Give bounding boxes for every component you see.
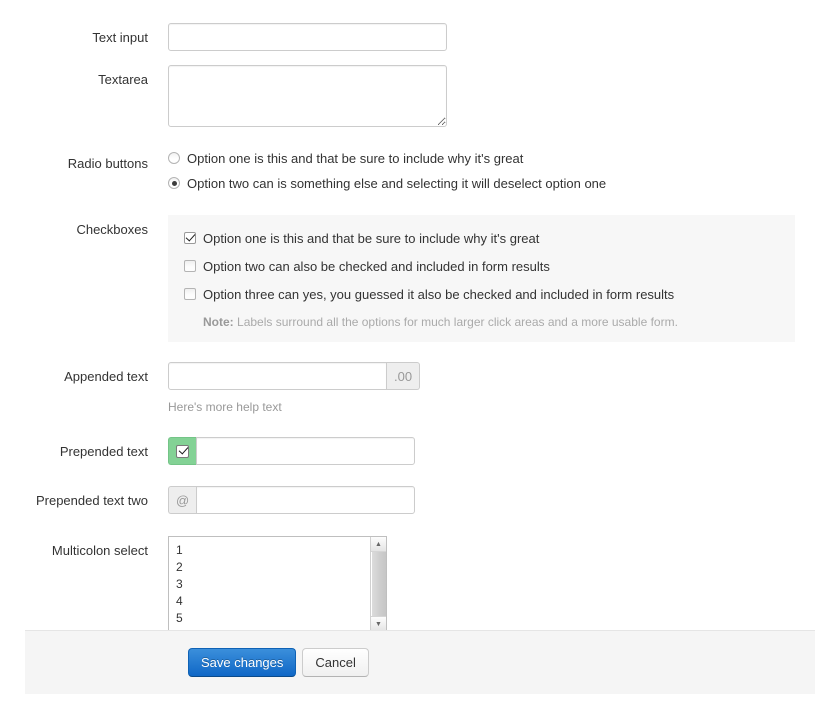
appended-text-field[interactable] <box>168 362 387 390</box>
form-row-radio-buttons: Radio buttons Option one is this and tha… <box>0 149 840 193</box>
appended-addon: .00 <box>387 362 421 390</box>
prepended-text-two-control: @ <box>168 486 840 514</box>
form-row-prepended-text: Prepended text <box>0 437 840 465</box>
form-row-checkboxes: Checkboxes Option one is this and that b… <box>0 215 840 342</box>
textarea-control <box>168 65 840 127</box>
multicolon-select-control: 1 2 3 4 5 ▲ ▼ <box>168 536 840 632</box>
form-actions-footer: Save changes Cancel <box>25 630 815 694</box>
checkbox-group-control: Option one is this and that be sure to i… <box>168 215 840 342</box>
checkbox-checked-icon[interactable] <box>184 232 196 244</box>
text-input-label: Text input <box>92 30 148 45</box>
multicolon-select-scrollbar[interactable]: ▲ ▼ <box>370 537 386 631</box>
checkbox-note-label: Note: <box>203 315 234 329</box>
radio-checked-icon[interactable] <box>168 177 180 189</box>
form-row-appended-text: Appended text .00 Here's more help text <box>0 362 840 415</box>
prepended-text-two-field[interactable] <box>196 486 416 514</box>
textarea-field[interactable] <box>168 65 447 127</box>
list-item[interactable]: 3 <box>176 576 370 593</box>
multicolon-select-options: 1 2 3 4 5 <box>169 537 370 631</box>
checkbox-option-three-label: Option three can yes, you guessed it als… <box>203 287 675 302</box>
scrollbar-thumb[interactable] <box>371 552 386 616</box>
checkbox-checked-icon[interactable] <box>176 444 189 458</box>
text-input-control <box>168 23 840 51</box>
settings-form: Text input Textarea Radio buttons Option… <box>0 0 840 632</box>
checkbox-option-two-label: Option two can also be checked and inclu… <box>203 259 550 274</box>
checkbox-unchecked-icon[interactable] <box>184 260 196 272</box>
checkbox-option-two[interactable]: Option two can also be checked and inclu… <box>184 257 781 276</box>
list-item[interactable]: 2 <box>176 559 370 576</box>
radio-option-one[interactable]: Option one is this and that be sure to i… <box>168 149 840 168</box>
checkbox-option-one[interactable]: Option one is this and that be sure to i… <box>184 229 781 248</box>
form-row-textarea: Textarea <box>0 65 840 127</box>
list-item[interactable]: 5 <box>176 610 370 627</box>
form-row-multicolon-select: Multicolon select 1 2 3 4 5 ▲ ▼ <box>0 536 840 632</box>
checkbox-unchecked-icon[interactable] <box>184 288 196 300</box>
list-item[interactable]: 4 <box>176 593 370 610</box>
scroll-down-icon[interactable]: ▼ <box>371 616 386 631</box>
appended-text-control: .00 Here's more help text <box>168 362 840 415</box>
text-input-field[interactable] <box>168 23 447 51</box>
prepended-checkbox-addon[interactable] <box>168 437 196 465</box>
list-item[interactable]: 1 <box>176 542 370 559</box>
multicolon-select-label: Multicolon select <box>51 543 148 558</box>
prepended-text-label: Prepended text <box>59 444 148 459</box>
scroll-up-icon[interactable]: ▲ <box>371 537 386 552</box>
checkbox-note: Note: Labels surround all the options fo… <box>184 313 781 330</box>
radio-buttons-label: Radio buttons <box>67 156 148 171</box>
prepended-text-control <box>168 437 840 465</box>
checkbox-panel: Option one is this and that be sure to i… <box>168 215 795 342</box>
checkbox-option-three[interactable]: Option three can yes, you guessed it als… <box>184 285 781 304</box>
radio-option-two[interactable]: Option two can is something else and sel… <box>168 174 840 193</box>
at-sign-addon: @ <box>168 486 197 514</box>
checkbox-note-text: Labels surround all the options for much… <box>237 315 678 329</box>
checkbox-option-one-label: Option one is this and that be sure to i… <box>203 231 540 246</box>
prepended-text-two-label: Prepended text two <box>35 493 148 508</box>
appended-input-group: .00 <box>168 362 840 390</box>
appended-text-help: Here's more help text <box>168 400 282 414</box>
prepended-input-group <box>168 437 840 465</box>
prepended-text-field[interactable] <box>196 437 415 465</box>
radio-option-one-label: Option one is this and that be sure to i… <box>187 151 524 166</box>
prepended-two-input-group: @ <box>168 486 840 514</box>
radio-option-two-label: Option two can is something else and sel… <box>187 176 607 191</box>
multicolon-select-listbox[interactable]: 1 2 3 4 5 ▲ ▼ <box>168 536 387 632</box>
radio-unchecked-icon[interactable] <box>168 152 180 164</box>
save-button[interactable]: Save changes <box>188 648 297 677</box>
form-row-text-input: Text input <box>0 23 840 51</box>
cancel-button[interactable]: Cancel <box>302 648 369 677</box>
radio-group: Option one is this and that be sure to i… <box>168 149 840 193</box>
textarea-label: Textarea <box>98 72 148 87</box>
form-row-prepended-text-two: Prepended text two @ <box>0 486 840 514</box>
checkboxes-label: Checkboxes <box>76 222 148 237</box>
appended-text-label: Appended text <box>64 369 148 384</box>
